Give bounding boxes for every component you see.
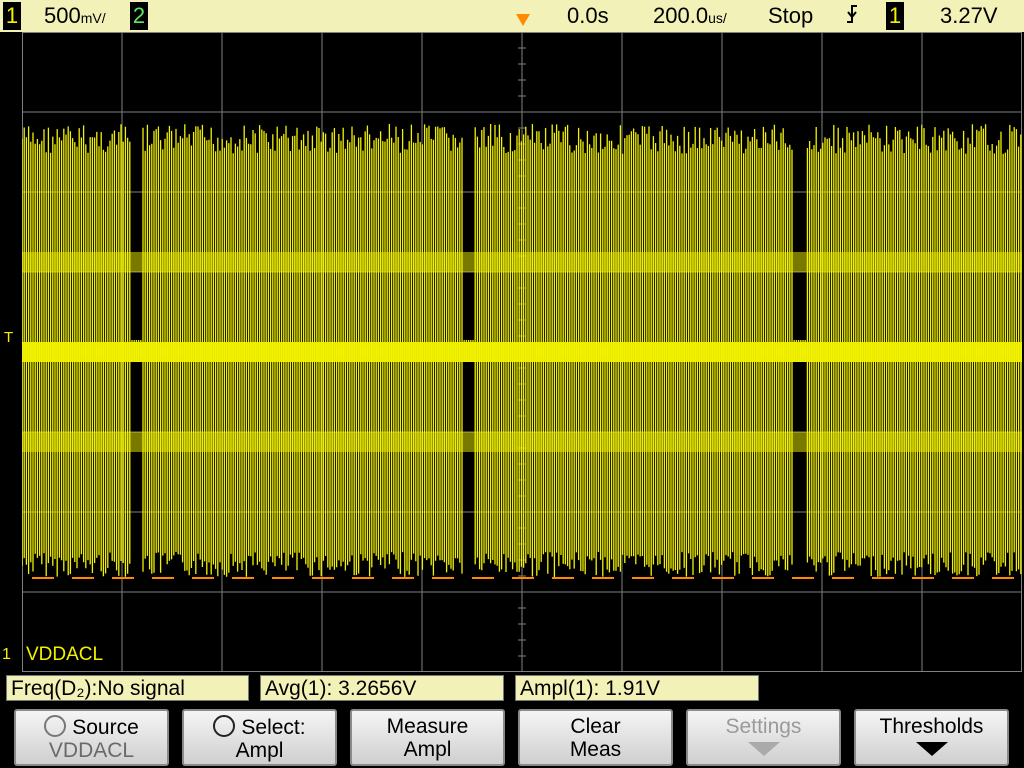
status-bar: 1 500mV/ 2 0.0s 200.0us/ Stop 1 3.27V — [0, 0, 1024, 32]
waveform-display[interactable]: VDDACL — [22, 32, 1022, 672]
timebase-unit: us/ — [708, 10, 727, 26]
marker-strip: T 1 — [0, 32, 22, 672]
source-softkey-value: VDDACL — [48, 739, 135, 762]
entry-knob-icon — [213, 715, 236, 737]
avg-measurement: Avg(1): 3.2656V — [260, 675, 504, 701]
softkey-bar: Source VDDACL Select: Ampl Measure Ampl … — [0, 706, 1024, 768]
channel-1-scale-unit: mV/ — [80, 10, 106, 26]
trigger-source-indicator[interactable]: 1 — [886, 2, 904, 30]
ampl-measurement: Ampl(1): 1.91V — [515, 675, 759, 701]
channel-1-scale: 500mV/ — [44, 3, 106, 31]
select-softkey[interactable]: Select: Ampl — [182, 709, 337, 766]
channel-1-scale-value: 500 — [44, 3, 81, 28]
falling-edge-icon — [845, 3, 859, 31]
clear-meas-softkey[interactable]: Clear Meas — [518, 709, 673, 766]
entry-knob-icon — [44, 715, 67, 737]
trigger-level-readout: 3.27V — [940, 3, 998, 28]
trace-band — [22, 252, 1022, 272]
delay-readout: 0.0s — [567, 3, 609, 28]
source-softkey[interactable]: Source VDDACL — [14, 709, 169, 766]
settings-softkey-title: Settings — [725, 715, 802, 738]
settings-softkey[interactable]: Settings — [686, 709, 841, 766]
run-state: Stop — [768, 3, 814, 28]
channel-ground-marker: 1 — [2, 646, 11, 663]
clear-softkey-title: Clear — [570, 715, 621, 738]
channel-label: VDDACL — [26, 644, 104, 665]
thresholds-softkey[interactable]: Thresholds — [854, 709, 1009, 766]
measure-softkey-title: Measure — [386, 715, 469, 738]
clear-softkey-value: Meas — [569, 738, 622, 761]
trigger-level-marker-label: T — [4, 329, 14, 346]
trigger-level-marker: T — [4, 329, 13, 346]
channel-2-indicator[interactable]: 2 — [130, 2, 148, 30]
thresholds-softkey-title: Thresholds — [879, 715, 984, 738]
arrow-down-icon — [747, 742, 780, 756]
source-softkey-title: Source — [72, 716, 139, 739]
arrow-down-icon — [915, 742, 948, 756]
select-softkey-value: Ampl — [235, 739, 284, 762]
freq-measurement: Freq(D₂):No signal — [6, 675, 249, 701]
timebase-value: 200.0 — [653, 3, 709, 28]
measurement-row: Freq(D₂):No signal Avg(1): 3.2656V Ampl(… — [0, 672, 1024, 706]
measure-softkey-value: Ampl — [403, 738, 452, 761]
select-softkey-title: Select: — [241, 716, 306, 739]
channel-1-trace — [22, 124, 1022, 579]
timebase-readout: 200.0us/ — [653, 3, 727, 31]
trace-band — [22, 342, 1022, 362]
trigger-position-marker — [516, 14, 530, 26]
channel-1-indicator[interactable]: 1 — [3, 2, 21, 30]
measure-softkey[interactable]: Measure Ampl — [350, 709, 505, 766]
trace-band — [22, 432, 1022, 452]
